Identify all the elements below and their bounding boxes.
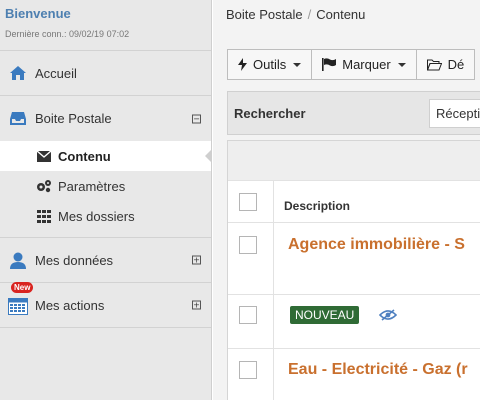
sidebar-item-label: Accueil [35,65,77,81]
message-title-link[interactable]: Agence immobilière - S [288,236,465,254]
caret-down-icon [293,62,302,67]
breadcrumb: Boite Postale / Contenu [226,7,365,22]
user-icon [8,250,28,270]
row-checkbox[interactable] [239,361,257,379]
home-icon [8,63,28,83]
sidebar-item-boite-postale[interactable]: Boite Postale − [0,96,211,141]
expand-toggle-icon[interactable]: + [192,255,201,265]
move-label: Dé [447,57,465,72]
row-checkbox[interactable] [239,306,257,324]
gears-icon [36,178,52,194]
sidebar-item-label: Mes données [35,252,114,268]
collapse-toggle-icon[interactable]: − [192,114,201,123]
welcome-title: Bienvenue [5,6,71,21]
welcome-panel: Bienvenue Dernière conn.: 09/02/19 07:02 [0,0,211,50]
sidebar-item-mes-actions[interactable]: New Mes actions + [0,282,211,328]
folder-select[interactable]: Réceptio [429,99,480,128]
tools-label: Outils [253,57,287,72]
message-title-link[interactable]: Eau - Electricité - Gaz (r [288,361,468,379]
breadcrumb-separator: / [307,7,312,22]
breadcrumb-current: Contenu [316,7,366,22]
grid-icon [36,208,52,224]
tools-dropdown-button[interactable]: Outils [227,49,313,80]
table-row[interactable]: Agence immobilière - S [228,223,480,295]
sidebar-item-label: Mes dossiers [58,208,135,224]
eye-slash-icon[interactable] [378,308,398,326]
new-status-badge: NOUVEAU [290,306,360,324]
flag-icon [322,58,337,71]
select-all-checkbox[interactable] [239,193,257,211]
search-bar: Rechercher Réceptio [227,91,480,135]
table-header-row: Description [228,181,480,223]
table-row[interactable]: Eau - Electricité - Gaz (r [228,349,480,400]
sidebar-item-label: Paramètres [58,178,126,194]
table-toolbar-row [228,141,480,181]
sidebar-item-label: Contenu [58,148,111,164]
message-table: Description Agence immobilière - S NOUVE… [227,140,480,400]
calendar-icon [8,295,28,315]
mark-label: Marquer [342,57,391,72]
caret-down-icon [397,62,406,67]
sidebar: Bienvenue Dernière conn.: 09/02/19 07:02… [0,0,212,400]
bolt-icon [238,58,247,71]
sidebar-item-contenu[interactable]: Contenu [0,141,211,171]
inbox-icon [8,109,28,129]
envelope-icon [36,148,52,164]
sidebar-item-parametres[interactable]: Paramètres [0,171,211,201]
boite-postale-submenu: Contenu Paramètres Mes dossiers [0,141,211,238]
search-label: Rechercher [234,106,306,121]
sidebar-item-mes-dossiers[interactable]: Mes dossiers [0,201,211,231]
new-badge: New [11,282,34,293]
row-checkbox[interactable] [239,236,257,254]
sidebar-item-label: Boite Postale [35,111,112,126]
mark-dropdown-button[interactable]: Marquer [311,49,417,80]
last-login-text: Dernière conn.: 09/02/19 07:02 [5,29,130,39]
sidebar-item-mes-donnees[interactable]: Mes données + [0,238,211,283]
sidebar-item-accueil[interactable]: Accueil [0,51,211,96]
breadcrumb-root-link[interactable]: Boite Postale [226,7,303,22]
expand-toggle-icon[interactable]: + [192,300,201,310]
table-row[interactable]: NOUVEAU [228,295,480,349]
sidebar-item-label: Mes actions [35,297,105,313]
move-button[interactable]: Dé [415,49,476,80]
toolbar: Outils Marquer Dé [227,49,476,80]
column-header-description: Description [284,199,351,213]
folder-open-icon [426,59,442,71]
main-content: Boite Postale / Contenu Outils Marquer Dé … [213,0,480,400]
